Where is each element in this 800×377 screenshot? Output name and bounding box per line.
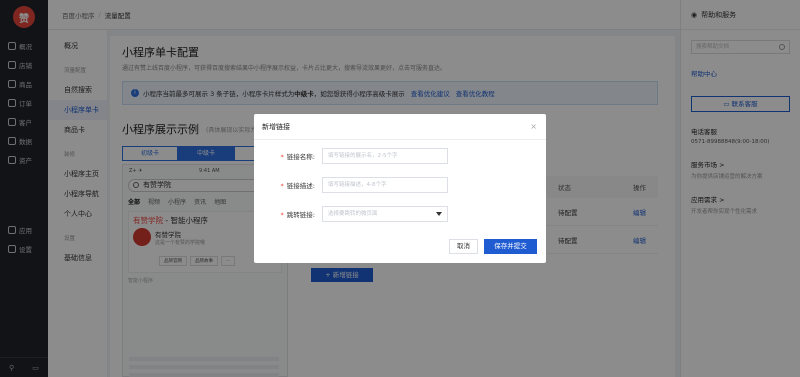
name-label: * 链接名称:	[280, 153, 315, 161]
dialog-header: 新增链接 ×	[254, 114, 546, 140]
save-submit-button[interactable]: 保存并提交	[484, 239, 537, 254]
cancel-button[interactable]: 取消	[449, 239, 478, 254]
add-link-dialog: 新增链接 × * 链接名称: 填写链接的展示名，2-5个字 * 链接描述: 填写链接…	[254, 114, 546, 263]
jump-page-select[interactable]: 选择要跳转的微页面	[322, 206, 448, 222]
jump-row: * 跳转链接: 选择要跳转的微页面	[254, 206, 448, 222]
name-row: * 链接名称: 填写链接的展示名，2-5个字	[254, 148, 448, 164]
dialog-title: 新增链接	[262, 123, 290, 131]
link-name-input[interactable]: 填写链接的展示名，2-5个字	[322, 148, 448, 164]
desc-label: * 链接描述:	[280, 182, 315, 190]
jump-label: * 跳转链接:	[280, 211, 315, 219]
close-icon[interactable]: ×	[530, 114, 537, 140]
caret-down-icon	[436, 212, 442, 216]
desc-row: * 链接描述: 填写链接描述，4-8个字	[254, 177, 448, 193]
link-desc-input[interactable]: 填写链接描述，4-8个字	[322, 177, 448, 193]
dialog-footer: 取消 保存并提交	[449, 239, 537, 254]
